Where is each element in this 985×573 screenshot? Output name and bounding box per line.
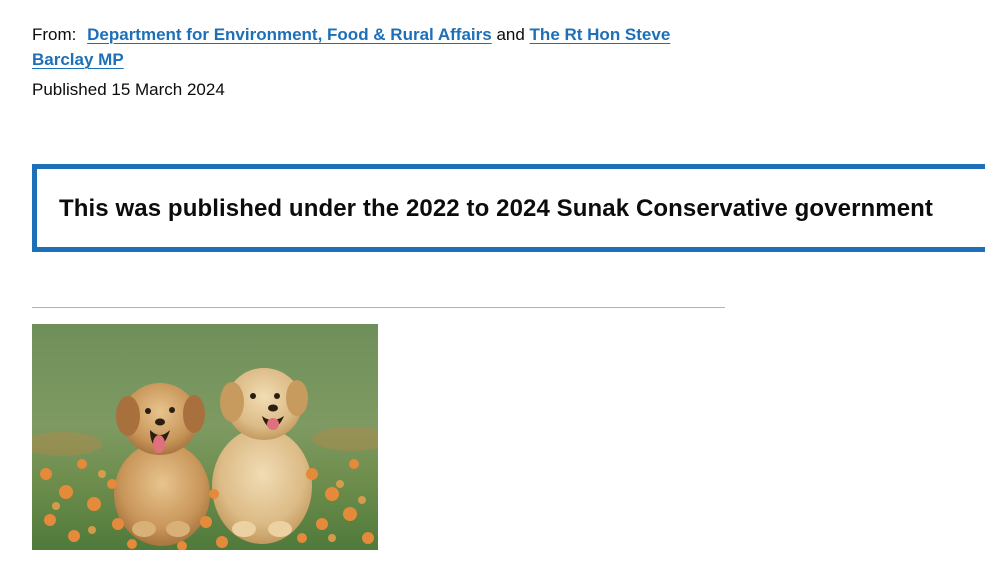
from-label: From: [32, 25, 77, 44]
organisation-link-defra[interactable]: Department for Environment, Food & Rural… [87, 25, 492, 44]
from-row: From: Department for Environment, Food &… [32, 22, 732, 72]
published-date: Published 15 March 2024 [32, 80, 225, 99]
history-notice-text: This was published under the 2022 to 202… [59, 195, 934, 222]
conjunction-text: and [496, 25, 525, 44]
publication-metadata: From: Department for Environment, Food &… [32, 22, 732, 102]
lead-image-puppies [32, 324, 378, 550]
history-notice-banner: This was published under the 2022 to 202… [32, 164, 985, 252]
section-divider [32, 307, 725, 308]
